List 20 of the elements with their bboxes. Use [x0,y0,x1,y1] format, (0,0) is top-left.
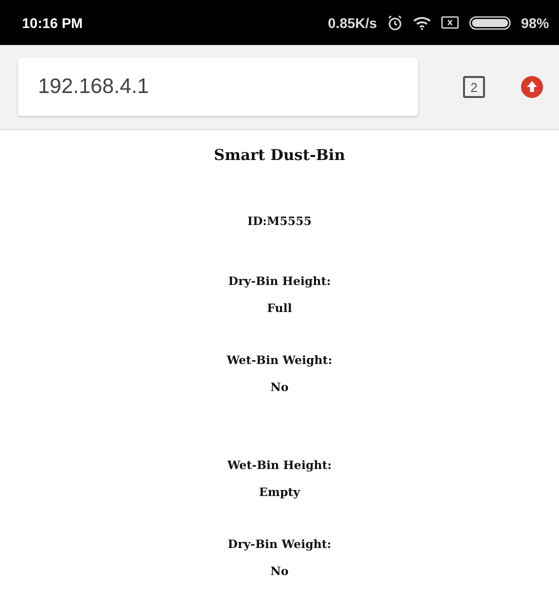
tab-count-button[interactable]: 2 [463,76,485,98]
field-value: Empty [259,485,300,499]
network-speed: 0.85K/s [328,14,377,30]
page-title: Smart Dust-Bin [214,146,346,164]
bin-id: ID:M5555 [247,214,312,228]
address-field[interactable]: 192.168.4.1 [18,58,418,116]
wifi-icon [412,16,431,30]
time: 10:16 PM [22,14,83,30]
field-value: No [270,564,289,578]
field-value: No [270,380,289,394]
upload-icon[interactable] [521,76,543,98]
sim-icon [440,16,459,29]
field-label: Wet-Bin Height: [227,458,332,472]
field-value: Full [266,301,292,315]
battery-level: 98% [520,14,549,30]
field-label: Wet-Bin Weight: [226,353,332,367]
alarm-icon [386,14,403,30]
battery-icon [468,16,511,30]
field-label: Dry-Bin Weight: [228,537,332,551]
field-label: Dry-Bin Height: [228,274,331,288]
